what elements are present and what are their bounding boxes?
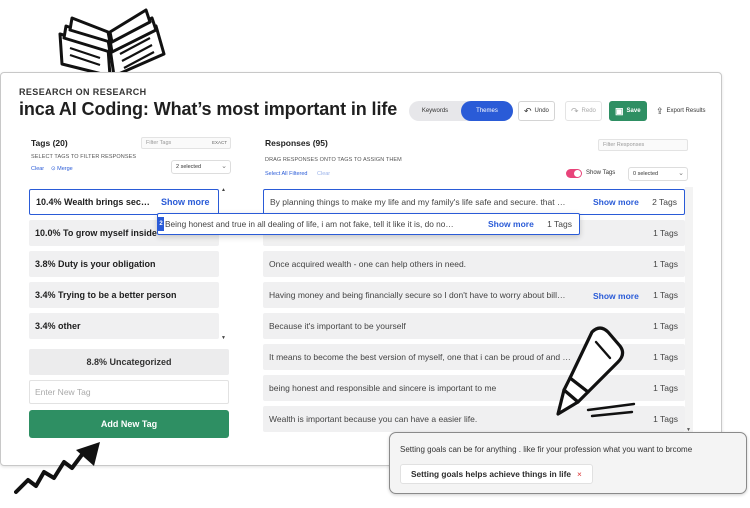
tag-item[interactable]: 3.8% Duty is your obligation <box>29 251 219 277</box>
save-label: Save <box>626 108 641 114</box>
scroll-up-icon[interactable]: ▲ <box>221 187 226 193</box>
response-tag-count: 1 Tags <box>653 352 678 362</box>
response-text: Once acquired wealth - one can help othe… <box>269 259 467 269</box>
response-tag-count: 2 Tags <box>652 197 677 207</box>
undo-label: Undo <box>534 108 549 114</box>
add-new-tag-button[interactable]: Add New Tag <box>29 410 229 438</box>
project-eyebrow: RESEARCH ON RESEARCH <box>19 87 147 97</box>
response-tag-count: 1 Tags <box>653 228 678 238</box>
new-tag-input[interactable]: Enter New Tag <box>29 380 229 404</box>
redo-label: Redo <box>581 108 596 114</box>
response-show-more-link[interactable]: Show more <box>593 197 639 207</box>
tags-heading: Tags (20) <box>31 138 68 148</box>
filter-tags-exact-toggle[interactable]: EXACT <box>212 138 227 148</box>
redo-button[interactable]: ↷ Redo <box>565 101 602 121</box>
response-tag-count: 1 Tags <box>653 383 678 393</box>
response-detail-callout: Setting goals can be for anything . like… <box>389 432 747 494</box>
responses-heading: Responses (95) <box>265 138 328 148</box>
dragged-tag-count: 1 Tags <box>547 219 572 229</box>
scroll-down-icon[interactable]: ▼ <box>221 335 226 341</box>
responses-scrollbar[interactable]: ▼ <box>685 187 693 435</box>
filter-responses-placeholder: Filter Responses <box>603 142 645 148</box>
chevron-down-icon: ⌄ <box>221 163 227 170</box>
tags-merge-link[interactable]: ⊙ Merge <box>51 166 73 172</box>
trend-arrow-icon <box>14 442 100 494</box>
drag-count-badge: 2 <box>158 217 164 231</box>
tag-label: 3.4% other <box>35 321 81 331</box>
keywords-mode-button[interactable]: Keywords <box>409 101 461 121</box>
tag-label: 3.4% Trying to be a better person <box>35 290 177 300</box>
tags-merge-label: Merge <box>57 166 73 172</box>
toggle-knob <box>574 170 581 177</box>
dragged-response-text: Being honest and true in all dealing of … <box>165 219 454 229</box>
export-icon: ⇪ <box>656 105 664 116</box>
export-results-button[interactable]: ⇪ Export Results <box>651 101 711 121</box>
tag-item[interactable]: 3.4% Trying to be a better person <box>29 282 219 308</box>
tag-label: 3.8% Duty is your obligation <box>35 259 156 269</box>
undo-button[interactable]: ↶ Undo <box>518 101 555 121</box>
page-title: inca AI Coding: What’s most important in… <box>19 99 398 119</box>
book-icon <box>58 8 166 76</box>
response-tag-count: 1 Tags <box>653 259 678 269</box>
response-tag-count: 1 Tags <box>653 321 678 331</box>
uncategorized-tag[interactable]: 8.8% Uncategorized <box>29 349 229 375</box>
filter-tags-input[interactable]: Filter Tags EXACT <box>141 137 231 149</box>
response-text: It means to become the best version of m… <box>269 352 571 362</box>
responses-clear-link[interactable]: Clear <box>317 171 330 177</box>
show-tags-label: Show Tags <box>586 170 616 176</box>
filter-responses-input[interactable]: Filter Responses <box>598 139 688 151</box>
response-text: Having money and being financially secur… <box>269 290 566 300</box>
tag-show-more-link[interactable]: Show more <box>161 197 210 207</box>
tags-scrollbar[interactable]: ▲ ▼ <box>220 187 228 343</box>
select-all-filtered-link[interactable]: Select All Filtered <box>265 171 308 177</box>
assigned-tag-label: Setting goals helps achieve things in li… <box>411 469 571 479</box>
response-show-more-link[interactable]: Show more <box>593 291 639 301</box>
export-label: Export Results <box>666 108 706 114</box>
responses-selected-value: 0 selected <box>633 171 659 177</box>
tag-label: 10.4% Wealth brings sec… <box>36 197 150 207</box>
response-text: By planning things to make my life and m… <box>270 197 566 207</box>
response-text: Wealth is important because you can have… <box>269 414 478 424</box>
callout-response-text: Setting goals can be for anything . like… <box>400 445 693 454</box>
response-tag-count: 1 Tags <box>653 290 678 300</box>
undo-icon: ↶ <box>524 105 532 116</box>
tags-selected-value: 2 selected <box>176 164 202 170</box>
response-text: Because it's important to be yourself <box>269 321 406 331</box>
remove-tag-icon[interactable]: × <box>577 469 582 479</box>
mode-toggle: Keywords Themes <box>409 101 513 121</box>
tags-clear-link[interactable]: Clear <box>31 166 44 172</box>
responses-selected-dropdown[interactable]: 0 selected ⌄ <box>628 167 688 181</box>
dragged-response-card[interactable]: 2 Being honest and true in all dealing o… <box>157 213 580 235</box>
filter-tags-placeholder: Filter Tags <box>146 140 172 146</box>
responses-hint: DRAG RESPONSES ONTO TAGS TO ASSIGN THEM <box>265 157 402 163</box>
highlighter-icon <box>556 326 636 418</box>
merge-icon: ⊙ <box>51 166 56 172</box>
chevron-down-icon: ⌄ <box>678 170 684 177</box>
assigned-tag-chip[interactable]: Setting goals helps achieve things in li… <box>400 464 593 484</box>
tags-selected-dropdown[interactable]: 2 selected ⌄ <box>171 160 231 174</box>
themes-mode-button[interactable]: Themes <box>461 101 513 121</box>
response-text: being honest and responsible and sincere… <box>269 383 497 393</box>
tag-item[interactable]: 3.4% other <box>29 313 219 339</box>
dragged-show-more-link[interactable]: Show more <box>488 214 534 234</box>
redo-icon: ↷ <box>571 105 579 116</box>
save-button[interactable]: ▣ Save <box>609 101 647 121</box>
response-row[interactable]: Once acquired wealth - one can help othe… <box>263 251 685 277</box>
tags-hint: SELECT TAGS TO FILTER RESPONSES <box>31 154 137 160</box>
tag-label: 10.0% To grow myself inside <box>35 228 157 238</box>
response-tag-count: 1 Tags <box>653 414 678 424</box>
show-tags-toggle[interactable] <box>566 169 582 178</box>
save-icon: ▣ <box>615 105 624 116</box>
